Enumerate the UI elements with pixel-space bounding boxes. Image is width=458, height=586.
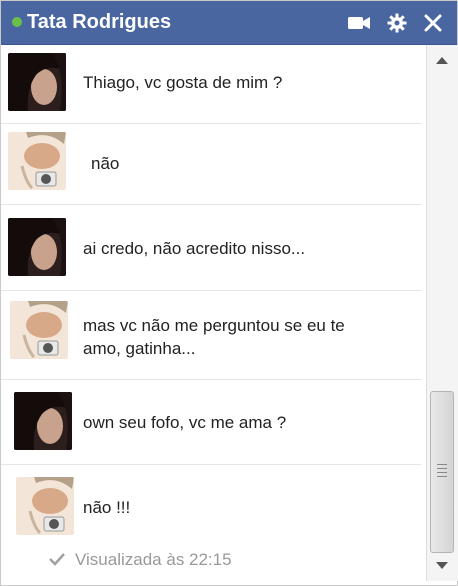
- scroll-down-icon[interactable]: [436, 562, 448, 569]
- avatar-thiago: [14, 392, 72, 450]
- video-call-icon[interactable]: [347, 12, 370, 34]
- checkmark-icon: [49, 550, 67, 570]
- chat-title[interactable]: Tata Rodrigues: [27, 9, 171, 35]
- chat-header[interactable]: Tata Rodrigues: [1, 1, 457, 45]
- avatar-thiago: [8, 53, 66, 111]
- message-text: mas vc não me perguntou se eu te amo, ga…: [83, 316, 345, 358]
- avatar-tata: [16, 477, 74, 535]
- gear-icon[interactable]: [386, 12, 408, 34]
- seen-status: Visualizada às 22:15: [49, 550, 232, 570]
- scroll-up-icon[interactable]: [436, 57, 448, 64]
- message-item: não: [1, 124, 421, 205]
- message-text: Thiago, vc gosta de mim ?: [83, 73, 283, 92]
- message-text: ai credo, não acredito nisso...: [83, 239, 306, 258]
- scrollbar[interactable]: [426, 45, 458, 581]
- avatar-tata: [8, 132, 66, 190]
- avatar-thiago: [8, 218, 66, 276]
- seen-text: Visualizada às 22:15: [75, 550, 232, 569]
- chat-window: Tata Rodrigues Thiago, vc gosta de mim ?…: [0, 0, 458, 586]
- online-status-icon: [12, 17, 22, 27]
- message-item: não !!!: [1, 465, 421, 543]
- grip-icon: [437, 464, 447, 480]
- message-item: ai credo, não acredito nisso...: [1, 205, 421, 291]
- message-item: own seu fofo, vc me ama ?: [1, 380, 421, 465]
- message-list[interactable]: Thiago, vc gosta de mim ? não ai credo, …: [1, 45, 426, 585]
- message-item: Thiago, vc gosta de mim ?: [1, 45, 421, 124]
- message-text: não !!!: [83, 498, 131, 517]
- message-item: mas vc não me perguntou se eu te amo, ga…: [1, 291, 421, 380]
- message-text: own seu fofo, vc me ama ?: [83, 413, 287, 432]
- message-text: não: [91, 154, 120, 173]
- avatar-tata: [10, 301, 68, 359]
- scroll-thumb[interactable]: [430, 391, 454, 553]
- close-icon[interactable]: [422, 12, 444, 34]
